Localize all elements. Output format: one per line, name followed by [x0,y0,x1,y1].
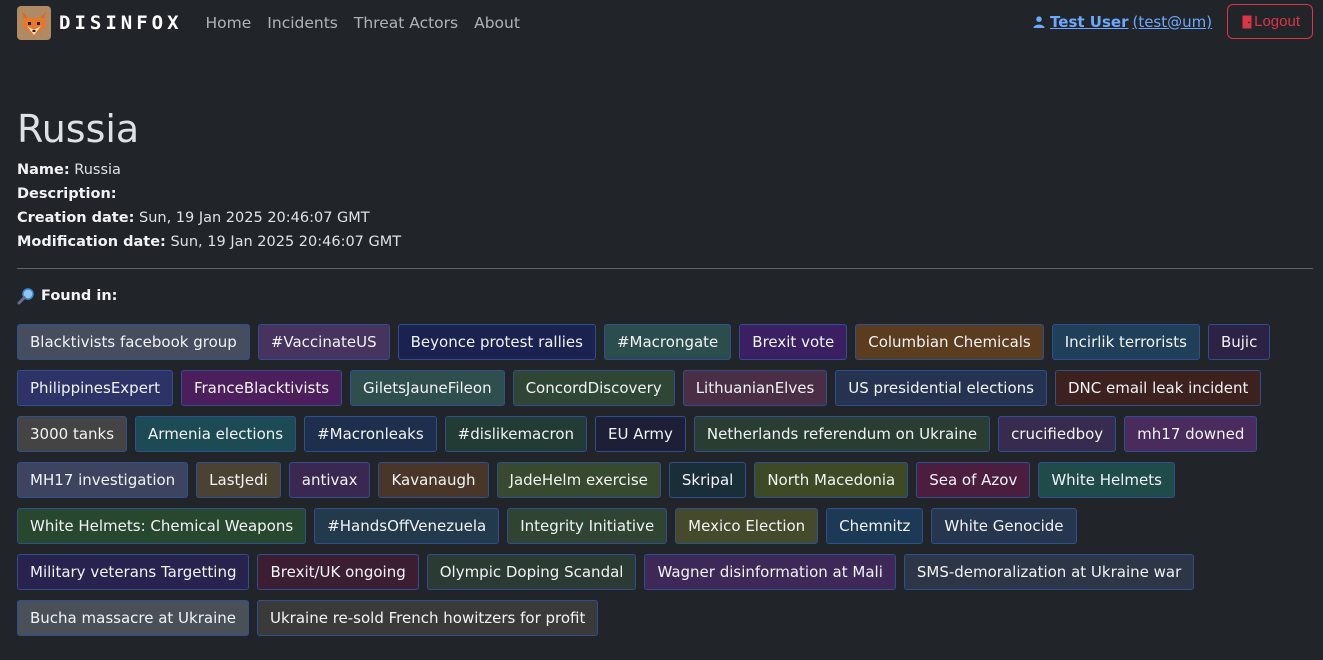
incident-tag[interactable]: ConcordDiscovery [512,370,675,406]
incident-tag[interactable]: North Macedonia [754,462,909,498]
incident-tag[interactable]: Brexit vote [739,324,848,360]
person-icon [1033,15,1045,28]
incident-tag[interactable]: White Genocide [931,508,1077,544]
found-in-label: Found in: [41,288,118,304]
incident-tag[interactable]: crucifiedboy [998,416,1117,452]
modification-date-row: Modification date: Sun, 19 Jan 2025 20:4… [17,230,1313,254]
brand-link[interactable]: DISINFOX [17,6,183,40]
creation-date-value: Sun, 19 Jan 2025 20:46:07 GMT [138,210,370,226]
incident-tag[interactable]: #dislikemacron [444,416,588,452]
incident-tag[interactable]: Bucha massacre at Ukraine [17,600,249,636]
incident-tag[interactable]: Brexit/UK ongoing [257,554,419,590]
incident-tag[interactable]: Wagner disinformation at Mali [644,554,896,590]
name-value: Russia [74,162,121,178]
incident-tag[interactable]: US presidential elections [835,370,1047,406]
incident-tag[interactable]: Blacktivists facebook group [17,324,250,360]
incident-tag[interactable]: PhilippinesExpert [17,370,173,406]
incident-tag[interactable]: White Helmets: Chemical Weapons [17,508,307,544]
brand-name: DISINFOX [59,12,183,34]
incident-tag[interactable]: LithuanianElves [682,370,828,406]
door-icon [1242,15,1252,28]
incident-tag[interactable]: Sea of Azov [916,462,1031,498]
incident-tag[interactable]: antivax [288,462,371,498]
incident-tag[interactable]: Incirlik terrorists [1051,324,1200,360]
incident-tag[interactable]: FranceBlacktivists [180,370,343,406]
nav-threat-actors[interactable]: Threat Actors [346,14,466,32]
incident-tag-list: Blacktivists facebook group #VaccinateUS B… [17,324,1307,646]
nav-home[interactable]: Home [198,14,260,32]
incident-tag[interactable]: #VaccinateUS [257,324,390,360]
page-title: Russia [17,107,140,151]
incident-tag[interactable]: Armenia elections [135,416,297,452]
incident-tag[interactable]: Beyonce protest rallies [397,324,596,360]
name-label: Name: [17,162,70,178]
creation-date-label: Creation date: [17,210,135,226]
incident-tag[interactable]: JadeHelm exercise [496,462,661,498]
incident-tag[interactable]: Netherlands referendum on Ukraine [693,416,991,452]
incident-tag[interactable]: Integrity Initiative [507,508,668,544]
incident-tag[interactable]: White Helmets [1038,462,1175,498]
nav-about[interactable]: About [466,14,528,32]
divider [17,268,1313,269]
magnifying-glass-icon [17,288,34,305]
incident-tag[interactable]: Bujic [1207,324,1271,360]
incident-tag[interactable]: Olympic Doping Scandal [426,554,637,590]
incident-tag[interactable]: #Macrongate [603,324,732,360]
incident-tag[interactable]: MH17 investigation [17,462,189,498]
description-row: Description: [17,182,1313,206]
incident-tag[interactable]: #Macronleaks [304,416,437,452]
main-nav: Home Incidents Threat Actors About [198,14,528,32]
incident-tag[interactable]: SMS-demoralization at Ukraine war [903,554,1195,590]
incident-tag[interactable]: mh17 downed [1124,416,1258,452]
incident-tag[interactable]: 3000 tanks [17,416,128,452]
incident-tag[interactable]: LastJedi [196,462,281,498]
nav-incidents[interactable]: Incidents [259,14,346,32]
user-profile-link[interactable]: Test User (test@um) [1033,13,1212,31]
incident-tag[interactable]: Mexico Election [675,508,819,544]
incident-tag[interactable]: Chemnitz [826,508,924,544]
description-label: Description: [17,186,117,202]
incident-tag[interactable]: Columbian Chemicals [855,324,1044,360]
logout-label: Logout [1254,13,1300,30]
incident-tag[interactable]: DNC email leak incident [1054,370,1262,406]
navbar: DISINFOX Home Incidents Threat Actors Ab… [0,0,1323,46]
name-row: Name: Russia [17,158,1313,182]
creation-date-row: Creation date: Sun, 19 Jan 2025 20:46:07… [17,206,1313,230]
incident-tag[interactable]: Ukraine re-sold French howitzers for pro… [257,600,599,636]
incident-tag[interactable]: Kavanaugh [378,462,489,498]
actor-metadata: Name: Russia Description: Creation date:… [17,158,1313,254]
modification-date-value: Sun, 19 Jan 2025 20:46:07 GMT [170,234,402,250]
incident-tag[interactable]: Military veterans Targetting [17,554,250,590]
found-in-heading: Found in: [17,287,1313,305]
fox-logo-icon [17,6,51,40]
logout-button[interactable]: Logout [1227,4,1313,39]
modification-date-label: Modification date: [17,234,166,250]
user-name: Test User [1050,12,1129,31]
user-email: (test@um) [1132,12,1213,31]
incident-tag[interactable]: GiletsJauneFileon [350,370,505,406]
incident-tag[interactable]: Skripal [668,462,747,498]
incident-tag[interactable]: EU Army [595,416,686,452]
main-content: Russia Name: Russia Description: Creatio… [0,106,1323,646]
user-area: Test User (test@um) Logout [1033,4,1313,39]
incident-tag[interactable]: #HandsOffVenezuela [314,508,500,544]
